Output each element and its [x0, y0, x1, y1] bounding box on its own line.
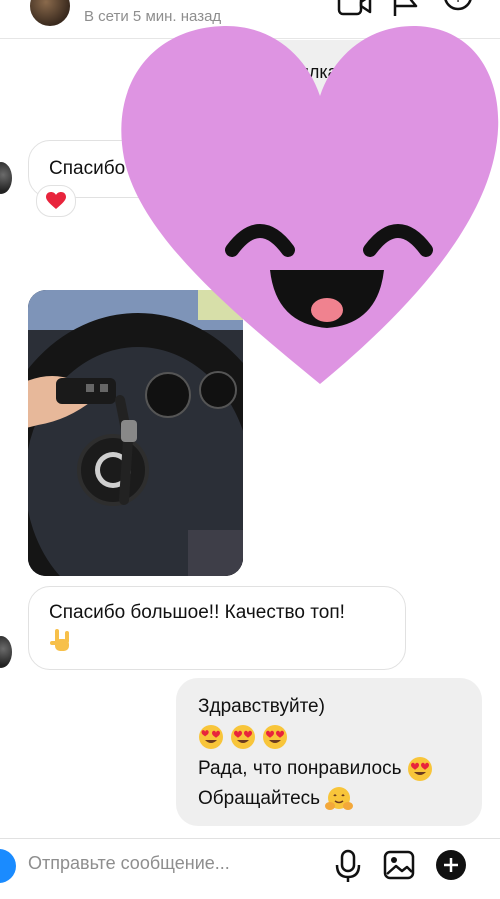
heart-eyes-emoji-row — [198, 724, 288, 750]
message-text: Спасибо б — [49, 158, 142, 179]
message-text: Здравствуйте) — [198, 696, 325, 717]
message-text: Посылка отпр — [264, 62, 381, 82]
heart-eyes-emoji — [407, 756, 432, 781]
message-text: Спасибо большое!! Качество топ! — [49, 602, 345, 623]
flag-icon[interactable] — [392, 0, 420, 18]
heart-reaction[interactable] — [36, 185, 76, 217]
outgoing-message-bubble: Посылка отпр Обратной — [236, 40, 406, 132]
message-text: Рада, что понравилось — [198, 758, 402, 779]
gallery-icon[interactable] — [382, 849, 416, 881]
message-text: Обращайтесь — [198, 788, 321, 809]
message-input-bar: Отправьте сообщение... — [0, 838, 500, 899]
message-text: Обратной — [280, 92, 363, 112]
message-line: Рада, что понравилось — [198, 754, 433, 784]
microphone-icon[interactable] — [334, 849, 362, 883]
incoming-message-bubble[interactable]: Спасибо большое!! Качество топ! — [28, 586, 406, 670]
message-line: Обращайтесь — [198, 784, 354, 814]
sender-avatar[interactable] — [0, 162, 12, 194]
heart-icon — [46, 192, 66, 209]
sender-avatar[interactable] — [0, 636, 12, 668]
message-input[interactable]: Отправьте сообщение... — [28, 853, 230, 874]
hugging-face-emoji — [325, 786, 354, 810]
car-key-photo — [28, 290, 243, 576]
video-call-icon[interactable] — [337, 0, 373, 18]
add-button[interactable] — [436, 850, 466, 880]
photo-message[interactable] — [28, 290, 243, 576]
plus-icon — [444, 858, 458, 872]
svg-text:i: i — [456, 0, 459, 5]
contact-status: В сети 5 мин. назад — [84, 8, 222, 25]
heart-eyes-emoji — [199, 725, 223, 749]
chat-header: В сети 5 мин. назад i — [0, 0, 500, 39]
rock-hand-emoji — [49, 627, 75, 664]
camera-button[interactable] — [0, 849, 16, 883]
heart-eyes-emoji — [263, 725, 287, 749]
info-icon[interactable]: i — [442, 0, 474, 18]
outgoing-message-bubble[interactable]: Здравствуйте) Рада, что понравилось Обра… — [176, 678, 482, 826]
heart-eyes-emoji — [231, 725, 255, 749]
contact-avatar[interactable] — [28, 0, 72, 28]
